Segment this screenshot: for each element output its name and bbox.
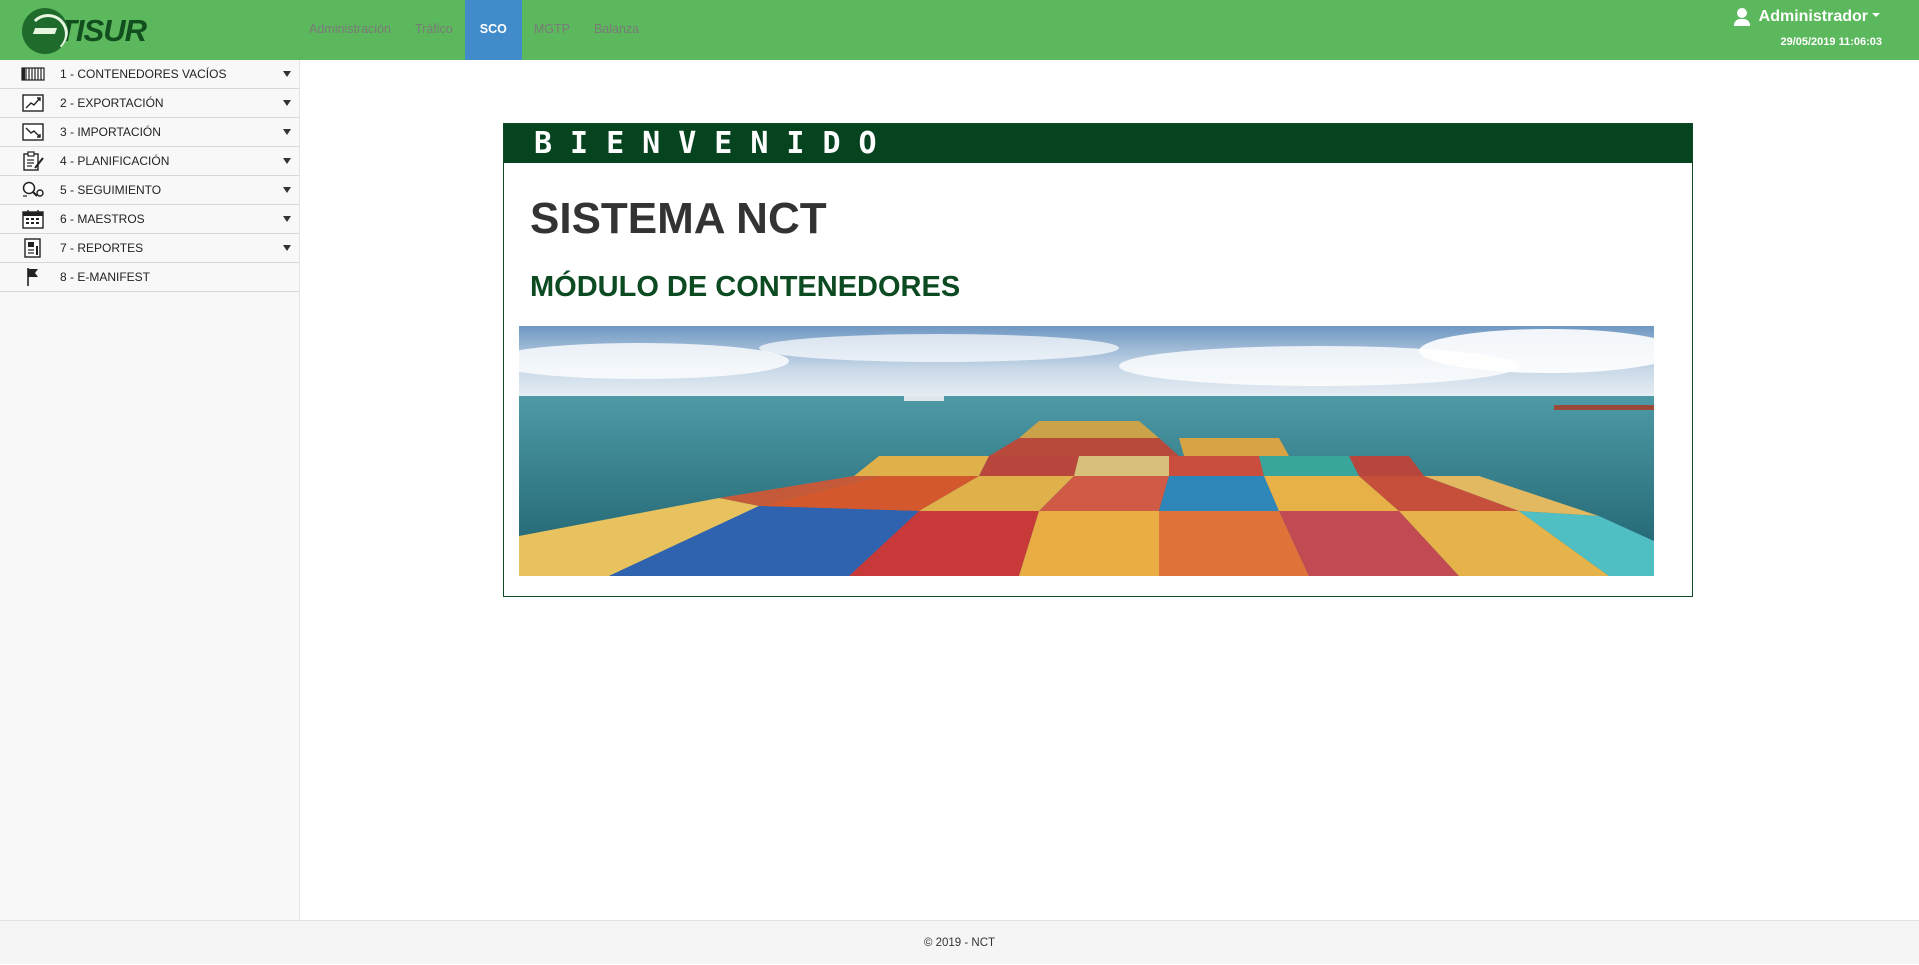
caret-down-icon bbox=[283, 216, 291, 222]
footer: © 2019 - NCT bbox=[0, 920, 1919, 964]
sidebar-item-label: 7 - REPORTES bbox=[60, 241, 144, 255]
user-name: Administrador bbox=[1758, 8, 1868, 25]
sidebar-item-label: 6 - MAESTROS bbox=[60, 212, 145, 226]
sidebar-item-label: 2 - EXPORTACIÓN bbox=[60, 96, 164, 110]
sidebar-item-maestros[interactable]: 6 - MAESTROS bbox=[0, 205, 299, 234]
sidebar-item-seguimiento[interactable]: 5 - SEGUIMIENTO bbox=[0, 176, 299, 205]
report-icon bbox=[21, 238, 45, 258]
planning-clipboard-icon bbox=[21, 151, 45, 171]
tab-sco[interactable]: SCO bbox=[464, 0, 522, 60]
tab-mgtp[interactable]: MGTP bbox=[522, 0, 582, 60]
tracking-magnifier-icon bbox=[21, 181, 45, 199]
sidebar-item-e-manifest[interactable]: 8 - E-MANIFEST bbox=[0, 263, 299, 292]
sidebar-item-label: 1 - CONTENEDORES VACÍOS bbox=[60, 67, 227, 81]
sidebar-item-exportacion[interactable]: 2 - EXPORTACIÓN bbox=[0, 89, 299, 118]
user-menu[interactable]: Administrador bbox=[1733, 8, 1880, 26]
sidebar-item-label: 3 - IMPORTACIÓN bbox=[60, 125, 161, 139]
sidebar-item-label: 5 - SEGUIMIENTO bbox=[60, 183, 162, 197]
user-icon bbox=[1733, 8, 1751, 26]
module-tabs: Administración Tráfico SCO MGTP Balanza bbox=[297, 0, 651, 60]
top-navbar: TISUR Administración Tráfico SCO MGTP Ba… bbox=[0, 0, 1919, 60]
caret-down-icon bbox=[283, 100, 291, 106]
chevron-down-icon bbox=[1872, 13, 1880, 17]
caret-down-icon bbox=[283, 245, 291, 251]
current-datetime: 29/05/2019 11:06:03 bbox=[1780, 36, 1882, 48]
sidebar-item-reportes[interactable]: 7 - REPORTES bbox=[0, 234, 299, 263]
tab-administracion[interactable]: Administración bbox=[297, 0, 403, 60]
welcome-panel: BIENVENIDO SISTEMA NCT MÓDULO DE CONTENE… bbox=[503, 123, 1693, 597]
sidebar-item-label: 8 - E-MANIFEST bbox=[60, 270, 151, 284]
sidebar-item-contenedores-vacios[interactable]: 1 - CONTENEDORES VACÍOS bbox=[0, 60, 299, 89]
flag-icon bbox=[21, 268, 45, 286]
caret-down-icon bbox=[283, 71, 291, 77]
export-chart-icon bbox=[21, 94, 45, 112]
sidebar-menu: 1 - CONTENEDORES VACÍOS 2 - EXPORTACIÓN … bbox=[0, 60, 300, 920]
page-title: SISTEMA NCT bbox=[530, 194, 827, 243]
welcome-header: BIENVENIDO bbox=[504, 124, 1692, 163]
sidebar-item-label: 4 - PLANIFICACIÓN bbox=[60, 154, 170, 168]
sidebar-item-planificacion[interactable]: 4 - PLANIFICACIÓN bbox=[0, 147, 299, 176]
caret-down-icon bbox=[283, 129, 291, 135]
sidebar-item-importacion[interactable]: 3 - IMPORTACIÓN bbox=[0, 118, 299, 147]
caret-down-icon bbox=[283, 158, 291, 164]
logo-globe-icon bbox=[22, 8, 68, 54]
tab-trafico[interactable]: Tráfico bbox=[403, 0, 465, 60]
copyright-text: © 2019 - NCT bbox=[923, 937, 996, 949]
import-chart-icon bbox=[21, 123, 45, 141]
calendar-icon bbox=[21, 210, 45, 229]
logo-text: TISUR bbox=[58, 13, 147, 48]
page-subtitle: MÓDULO DE CONTENEDORES bbox=[530, 271, 961, 303]
container-icon bbox=[21, 65, 45, 83]
caret-down-icon bbox=[283, 187, 291, 193]
tisur-logo[interactable]: TISUR bbox=[22, 6, 172, 56]
container-ship-image bbox=[519, 326, 1654, 576]
tab-balanza[interactable]: Balanza bbox=[582, 0, 651, 60]
